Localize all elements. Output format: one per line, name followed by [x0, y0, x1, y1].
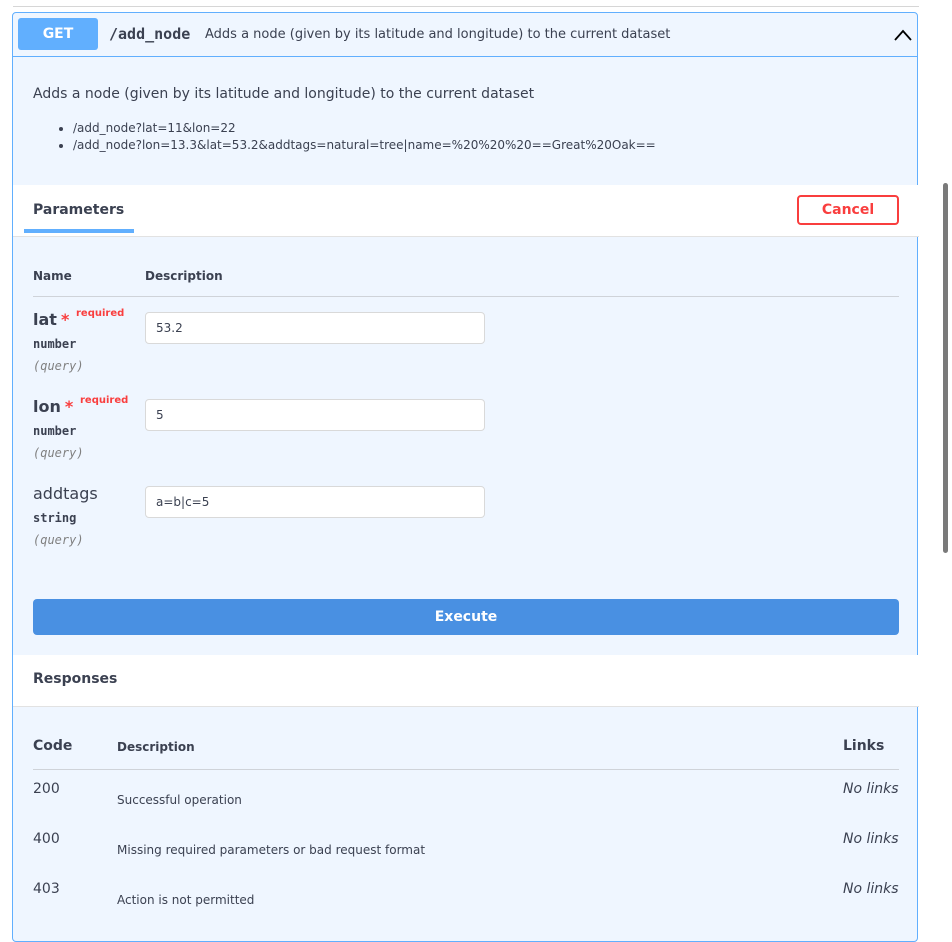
column-header-response-description: Description	[117, 740, 195, 754]
lon-input[interactable]	[145, 399, 485, 431]
cancel-button[interactable]: Cancel	[797, 195, 899, 225]
response-code: 403	[33, 881, 60, 897]
param-type: number	[33, 337, 77, 351]
response-description: Successful operation	[117, 793, 242, 807]
operation-summary-text: Adds a node (given by its latitude and l…	[205, 27, 671, 42]
example-item: /add_node?lon=13.3&lat=53.2&addtags=natu…	[73, 137, 656, 154]
responses-title: Responses	[33, 671, 118, 687]
response-code: 400	[33, 831, 60, 847]
response-links: No links	[843, 781, 899, 797]
response-description: Missing required parameters or bad reque…	[117, 843, 426, 857]
param-location: (query)	[33, 446, 84, 460]
operation-block: GET /add_node Adds a node (given by its …	[12, 12, 919, 942]
column-header-description: Description	[145, 269, 223, 283]
execute-button[interactable]: Execute	[33, 599, 899, 635]
response-code: 200	[33, 781, 60, 797]
required-star: *	[60, 310, 70, 329]
param-type: string	[33, 511, 77, 525]
response-description: Action is not permitted	[117, 893, 255, 907]
param-location: (query)	[33, 359, 84, 373]
lat-input[interactable]	[145, 312, 485, 344]
top-divider	[13, 6, 919, 7]
responses-header: Responses	[13, 655, 919, 707]
column-header-name: Name	[33, 269, 72, 283]
operation-description: Adds a node (given by its latitude and l…	[33, 86, 535, 102]
method-badge: GET	[18, 18, 98, 50]
param-name-lat: lat *	[33, 310, 70, 329]
example-item: /add_node?lat=11&lon=22	[73, 120, 656, 137]
addtags-input[interactable]	[145, 486, 485, 518]
parameters-tab-indicator	[24, 229, 134, 233]
param-type: number	[33, 424, 77, 438]
responses-table-divider	[33, 769, 899, 770]
param-name-addtags: addtags	[33, 484, 98, 503]
required-label: required	[80, 395, 129, 406]
operation-path: /add_node	[109, 25, 191, 43]
required-star: *	[64, 397, 74, 416]
vertical-scrollbar[interactable]	[943, 183, 948, 553]
parameters-header: Parameters Cancel	[13, 185, 919, 237]
parameters-tab[interactable]: Parameters	[33, 202, 124, 218]
column-header-code: Code	[33, 738, 73, 754]
param-name-lon: lon *	[33, 397, 74, 416]
response-links: No links	[843, 831, 899, 847]
required-label: required	[76, 308, 125, 319]
column-header-links: Links	[843, 738, 885, 754]
parameters-table-divider	[33, 296, 899, 297]
examples-list: /add_node?lat=11&lon=22 /add_node?lon=13…	[61, 120, 656, 154]
chevron-up-icon[interactable]	[893, 27, 913, 43]
param-location: (query)	[33, 533, 84, 547]
operation-summary[interactable]: GET /add_node Adds a node (given by its …	[13, 13, 917, 57]
response-links: No links	[843, 881, 899, 897]
